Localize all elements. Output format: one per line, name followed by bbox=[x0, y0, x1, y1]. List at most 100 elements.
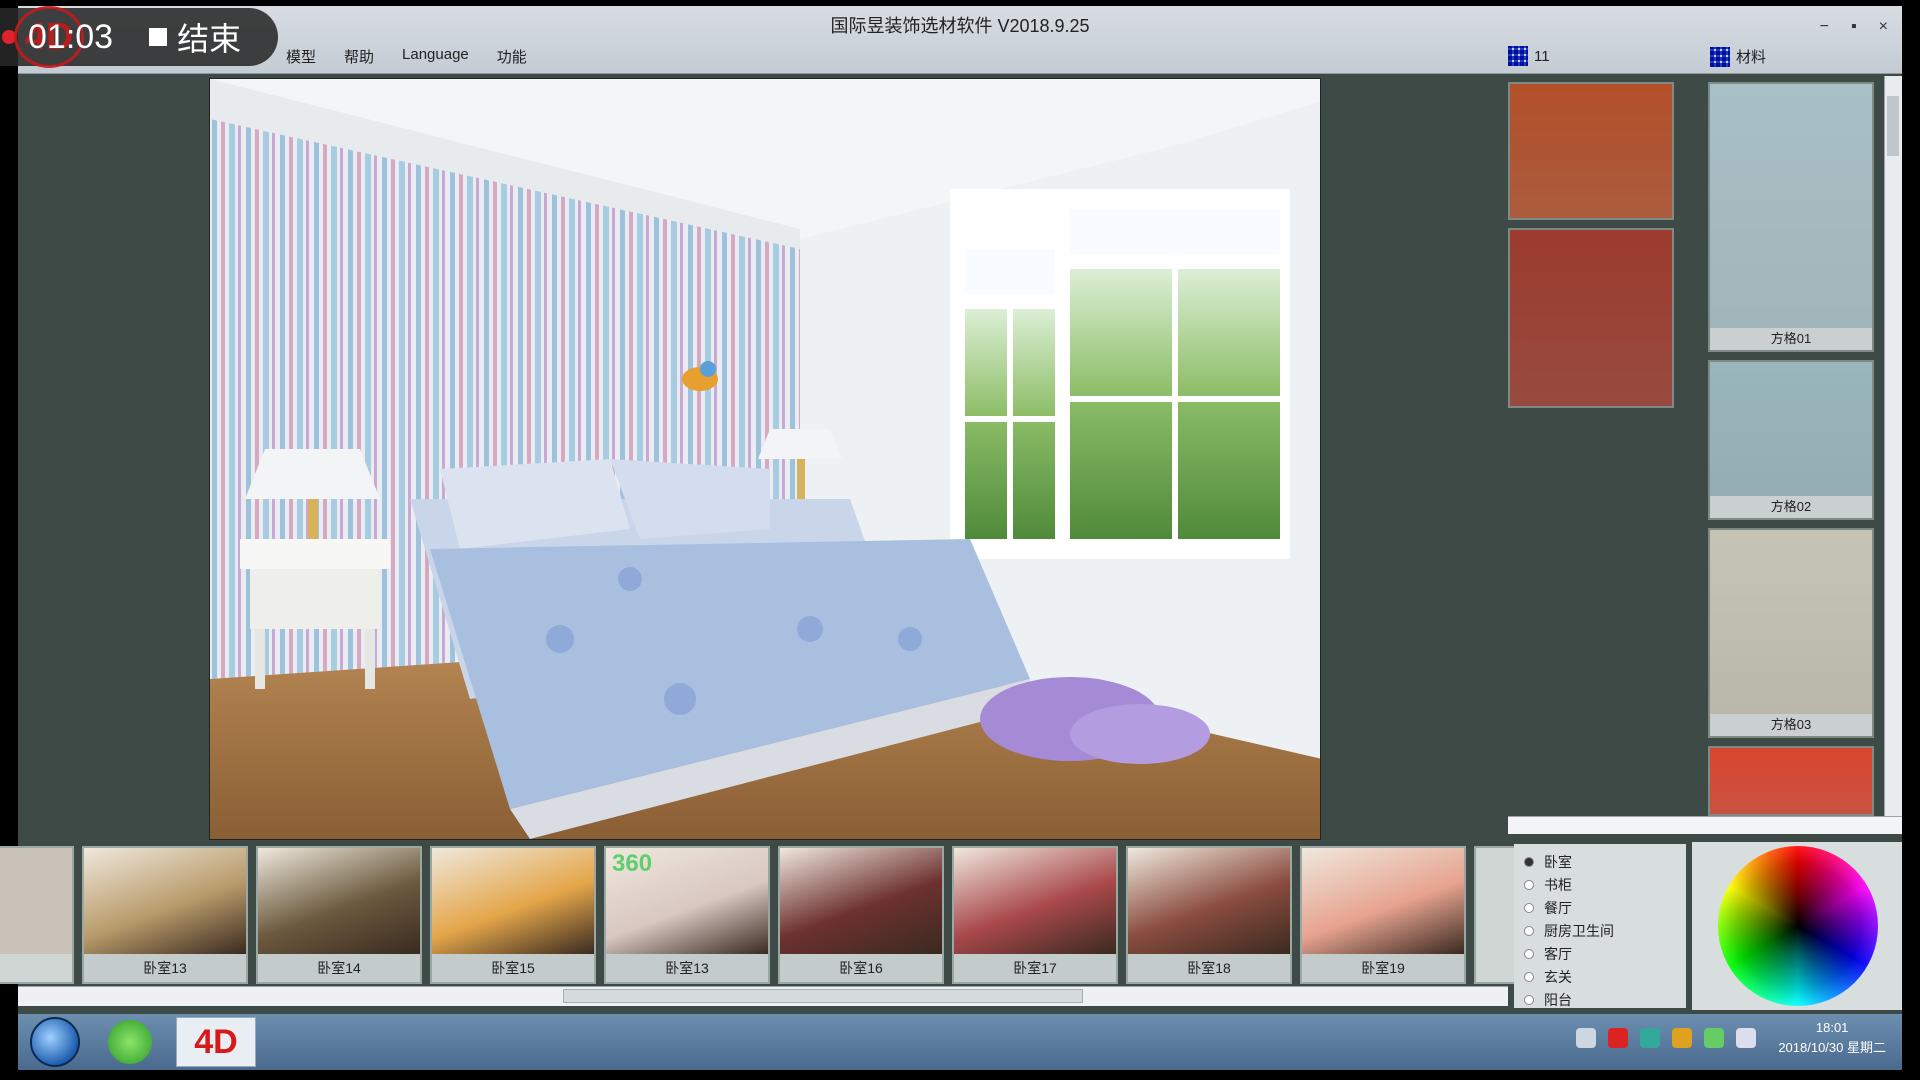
material-swatch[interactable] bbox=[1708, 746, 1874, 816]
radio-button[interactable] bbox=[1524, 902, 1534, 913]
grid-icon bbox=[1508, 46, 1528, 66]
thumbnail-label: 卧室17 bbox=[954, 954, 1116, 982]
room-category-label: 玄关 bbox=[1544, 968, 1572, 985]
minimize-button[interactable]: − bbox=[1820, 18, 1829, 36]
thumbnail-label: 卧室13 bbox=[606, 954, 768, 982]
scrollbar-thumb[interactable] bbox=[1887, 96, 1899, 156]
screen: 国际昱装饰选材软件 V2018.9.25 − ▪ × 模型 帮助 Languag… bbox=[0, 0, 1920, 1080]
clock-time: 18:01 bbox=[1815, 1020, 1849, 1035]
room-category-list: 卧室书柜餐厅 厨房卫生间客厅玄关阳台 bbox=[1514, 844, 1686, 1008]
room-category-label: 书柜 bbox=[1544, 876, 1572, 893]
menu-model[interactable]: 模型 bbox=[286, 46, 316, 67]
stop-recording-button[interactable]: 结束 bbox=[149, 14, 241, 60]
menu-language[interactable]: Language bbox=[402, 46, 469, 67]
radio-button[interactable] bbox=[1524, 971, 1534, 982]
material-panel: 方格01 方格02 方格03 bbox=[1508, 76, 1892, 816]
room-category-label: 卧室 bbox=[1544, 853, 1572, 870]
thumbnail-image bbox=[1302, 848, 1464, 954]
menu-bar: 模型 帮助 Language 功能 bbox=[286, 46, 527, 67]
swatch-texture bbox=[1510, 230, 1672, 406]
color-wheel[interactable] bbox=[1718, 846, 1878, 1006]
radio-button[interactable] bbox=[1524, 994, 1534, 1005]
thumbnail-image bbox=[84, 848, 246, 954]
scene-thumbnail[interactable]: 卧室17 bbox=[952, 846, 1118, 984]
scene-thumbnail[interactable]: 卧室19 bbox=[1300, 846, 1466, 984]
tray-app-icon[interactable] bbox=[1608, 1028, 1629, 1048]
recording-time: 01:03 bbox=[28, 17, 114, 56]
thumbnail-image bbox=[780, 848, 942, 954]
scrollbar-thumb[interactable] bbox=[563, 989, 1083, 1003]
thumbnail-image bbox=[954, 848, 1116, 954]
start-button[interactable] bbox=[30, 1017, 80, 1067]
material-swatch[interactable]: 方格02 bbox=[1708, 360, 1874, 520]
material-panel-hscroll[interactable] bbox=[1508, 816, 1902, 834]
thumbnail-label: 卧室15 bbox=[432, 954, 594, 982]
scene-thumbnail-strip: 卧室13 卧室14 卧室15 360 卧室13 卧室16 卧室17 卧室18 卧室19 bbox=[0, 846, 1534, 986]
swatch-label: 方格01 bbox=[1710, 328, 1872, 350]
room-category-item[interactable]: 客厅 bbox=[1524, 942, 1676, 965]
radio-button[interactable] bbox=[1524, 925, 1534, 936]
system-clock[interactable]: 18:01 2018/10/30 星期二 bbox=[1778, 1018, 1886, 1058]
scene-thumbnail[interactable]: 卧室16 bbox=[778, 846, 944, 984]
swatch-texture bbox=[1710, 84, 1872, 328]
thumbnail-image bbox=[258, 848, 420, 954]
scene-thumbnail[interactable]: 卧室15 bbox=[430, 846, 596, 984]
material-swatch[interactable] bbox=[1508, 82, 1674, 220]
thumbnail-scrollbar[interactable] bbox=[18, 986, 1508, 1006]
material-panel-scrollbar[interactable] bbox=[1884, 76, 1902, 816]
radio-button[interactable] bbox=[1524, 879, 1534, 890]
thumbnail-label: 卧室14 bbox=[258, 954, 420, 982]
scene-thumbnail[interactable]: 卧室14 bbox=[256, 846, 422, 984]
room-category-label: 阳台 bbox=[1544, 991, 1572, 1008]
panel-tab-material[interactable]: 材料 bbox=[1710, 46, 1766, 67]
panel-tab-label: 11 bbox=[1534, 47, 1550, 65]
taskbar-app-icon[interactable] bbox=[108, 1020, 152, 1064]
stop-label: 结束 bbox=[177, 21, 242, 57]
panorama-badge: 360 bbox=[612, 850, 653, 877]
tray-app-icon[interactable] bbox=[1672, 1028, 1693, 1048]
window-controls: − ▪ × bbox=[1820, 18, 1888, 36]
menu-help[interactable]: 帮助 bbox=[344, 46, 374, 67]
swatch-texture bbox=[1710, 362, 1872, 496]
panel-tab-label: 材料 bbox=[1736, 49, 1767, 66]
render-viewport[interactable] bbox=[209, 78, 1321, 840]
scene-thumbnail[interactable]: 360 卧室13 bbox=[604, 846, 770, 984]
app-title: 国际昱装饰选材软件 V2018.9.25 bbox=[830, 16, 1090, 36]
keyboard-icon[interactable] bbox=[1576, 1028, 1597, 1048]
scene-thumbnail[interactable] bbox=[0, 846, 74, 984]
room-category-item[interactable]: 厨房卫生间 bbox=[1524, 919, 1676, 942]
title-bar: 国际昱装饰选材软件 V2018.9.25 − ▪ × 模型 帮助 Languag… bbox=[18, 6, 1902, 74]
scene-thumbnail[interactable]: 卧室18 bbox=[1126, 846, 1292, 984]
swatch-texture bbox=[1710, 748, 1872, 814]
network-icon[interactable] bbox=[1640, 1028, 1661, 1048]
thumbnail-image bbox=[1128, 848, 1290, 954]
radio-button[interactable] bbox=[1524, 948, 1534, 959]
menu-function[interactable]: 功能 bbox=[497, 46, 527, 67]
room-category-item[interactable]: 玄关 bbox=[1524, 965, 1676, 988]
recording-overlay: 4D 01:03 结束 bbox=[0, 6, 278, 68]
panel-tab-11[interactable]: 11 bbox=[1508, 46, 1550, 66]
thumbnail-image bbox=[432, 848, 594, 954]
close-button[interactable]: × bbox=[1879, 18, 1888, 36]
swatch-texture bbox=[1710, 530, 1872, 714]
room-category-item[interactable]: 阳台 bbox=[1524, 988, 1676, 1011]
swatch-texture bbox=[1510, 84, 1672, 218]
room-category-label: 客厅 bbox=[1544, 945, 1572, 962]
thumbnail-label: 卧室18 bbox=[1128, 954, 1290, 982]
thumbnail-label: 卧室13 bbox=[84, 954, 246, 982]
tray-app-icon[interactable] bbox=[1704, 1028, 1725, 1048]
material-swatch[interactable] bbox=[1508, 228, 1674, 408]
room-category-item[interactable]: 卧室 bbox=[1524, 850, 1676, 873]
thumbnail-label: 卧室16 bbox=[780, 954, 942, 982]
taskbar-4d-app[interactable]: 4D bbox=[176, 1017, 256, 1067]
room-category-item[interactable]: 餐厅 bbox=[1524, 896, 1676, 919]
room-category-item[interactable]: 书柜 bbox=[1524, 873, 1676, 896]
app-label: 4D bbox=[194, 1022, 238, 1061]
maximize-button[interactable]: ▪ bbox=[1851, 18, 1857, 36]
material-swatch[interactable]: 方格03 bbox=[1708, 528, 1874, 738]
radio-button[interactable] bbox=[1524, 856, 1534, 867]
scene-thumbnail[interactable]: 卧室13 bbox=[82, 846, 248, 984]
color-picker bbox=[1692, 842, 1902, 1010]
volume-icon[interactable] bbox=[1736, 1028, 1757, 1048]
material-swatch[interactable]: 方格01 bbox=[1708, 82, 1874, 352]
